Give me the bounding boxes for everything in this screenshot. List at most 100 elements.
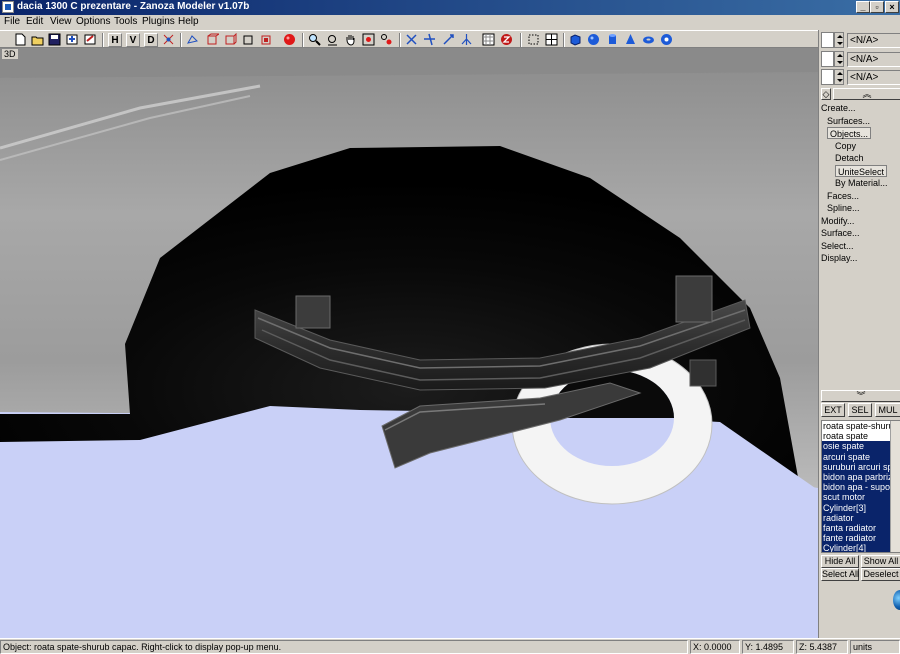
rotate-icon[interactable]	[423, 33, 436, 46]
list-item[interactable]: bidon apa parbriz	[822, 471, 900, 483]
menu-tools[interactable]: Tools	[114, 16, 137, 27]
menu-help[interactable]: Help	[178, 16, 199, 27]
zoom-all-icon[interactable]	[380, 33, 393, 46]
scale-icon[interactable]	[442, 33, 455, 46]
tree-item[interactable]: Modify...	[821, 215, 854, 227]
object-list-scrollbar[interactable]	[890, 421, 900, 552]
pan-hand-icon[interactable]	[344, 33, 357, 46]
axis-icon[interactable]	[162, 33, 175, 46]
grid-icon[interactable]	[545, 33, 558, 46]
maximize-button[interactable]: ▫	[870, 1, 884, 13]
view-d-button[interactable]: D	[144, 33, 158, 47]
vertex-icon[interactable]	[186, 33, 199, 46]
spinner-value[interactable]: <N/A>	[847, 52, 900, 67]
spring-bolt-lower	[689, 359, 717, 387]
menu-view[interactable]: View	[50, 16, 72, 27]
tree-item[interactable]: Spline...	[827, 202, 860, 214]
mode-ext-button[interactable]: EXT	[821, 403, 845, 417]
list-item[interactable]: roata spate-shurub	[822, 421, 900, 431]
spinner-value[interactable]: <N/A>	[847, 70, 900, 85]
export-icon[interactable]	[84, 33, 97, 46]
tree-item[interactable]: Display...	[821, 252, 857, 264]
tree-item[interactable]: Surface...	[821, 227, 860, 239]
mode-mul-button[interactable]: MUL	[875, 403, 900, 417]
spinner-field[interactable]	[821, 51, 834, 67]
viewport-label[interactable]: 3D	[2, 49, 18, 59]
spinner-row: <N/A>	[821, 51, 900, 68]
spinner-field[interactable]	[821, 32, 834, 48]
list-item[interactable]: Cylinder[3]	[822, 502, 900, 513]
toolbar-separator	[302, 33, 304, 47]
save-icon[interactable]	[48, 33, 61, 46]
tree-item[interactable]: Surfaces...	[827, 115, 870, 127]
object-list[interactable]: roata spate-shurub roata spate osie spate a…	[821, 420, 900, 553]
mode-sel-button[interactable]: SEL	[848, 403, 872, 417]
title-bar: dacia 1300 C prezentare - Zanoza Modeler…	[0, 0, 900, 15]
list-item[interactable]: radiator	[822, 512, 900, 523]
list-item[interactable]: fante radiator	[822, 533, 900, 544]
snap-grid-icon[interactable]	[482, 33, 495, 46]
list-item[interactable]: roata spate	[822, 431, 900, 441]
deselect-button[interactable]: Deselect	[861, 568, 900, 581]
view-h-button[interactable]: H	[108, 33, 122, 47]
menu-file[interactable]: File	[4, 16, 20, 27]
select-all-button[interactable]: Select All	[821, 568, 859, 581]
render-sphere-icon[interactable]	[283, 33, 296, 46]
torus-primitive-icon[interactable]	[642, 33, 655, 46]
list-item[interactable]: arcuri spate	[822, 451, 900, 462]
expand-down-icon[interactable]: ︾	[821, 390, 900, 402]
sphere-primitive-icon[interactable]	[587, 33, 600, 46]
hide-all-button[interactable]: Hide All	[821, 555, 859, 568]
z-axis-icon[interactable]	[500, 33, 513, 46]
coord-z: Z: 5.4387	[796, 640, 848, 654]
collapse-up-icon[interactable]: ︽	[833, 88, 900, 100]
tree-item[interactable]: Select...	[821, 240, 854, 252]
menu-edit[interactable]: Edit	[26, 16, 43, 27]
spinner-arrows-icon[interactable]	[834, 69, 844, 85]
selection-box-icon[interactable]	[527, 33, 540, 46]
menu-plugins[interactable]: Plugins	[142, 16, 175, 27]
cylinder-primitive-icon[interactable]	[606, 33, 619, 46]
zoom-icon[interactable]	[308, 33, 321, 46]
cube-primitive-icon[interactable]	[569, 33, 582, 46]
view-v-button[interactable]: V	[126, 33, 140, 47]
list-item[interactable]: Cylinder[4]	[822, 543, 900, 552]
spinner-value[interactable]: <N/A>	[847, 33, 900, 48]
group-icon[interactable]	[260, 33, 273, 46]
spinner-arrows-icon[interactable]	[834, 51, 844, 67]
tree-item[interactable]: Detach	[835, 152, 864, 164]
face-icon[interactable]	[206, 33, 219, 46]
panel-toggle-icon[interactable]: ◇	[821, 88, 831, 100]
list-item[interactable]: osie spate	[822, 441, 900, 452]
spinner-arrows-icon[interactable]	[834, 32, 844, 48]
open-folder-icon[interactable]	[31, 33, 44, 46]
list-item[interactable]: suruburi arcuri spate	[822, 461, 900, 472]
tree-item[interactable]: Objects...	[827, 127, 872, 139]
menu-options[interactable]: Options	[76, 16, 110, 27]
tree-item[interactable]: By Material...	[835, 177, 888, 189]
zoom-fit-icon[interactable]	[362, 33, 375, 46]
new-file-icon[interactable]	[14, 33, 27, 46]
spinner-field[interactable]	[821, 69, 834, 85]
geosphere-primitive-icon[interactable]	[660, 33, 673, 46]
object-icon[interactable]	[224, 33, 237, 46]
list-item[interactable]: fanta radiator	[822, 522, 900, 534]
tree-item[interactable]: UniteSelect	[835, 164, 888, 177]
move-icon[interactable]	[405, 33, 418, 46]
tree-item[interactable]: Faces...	[827, 190, 859, 202]
box-icon[interactable]	[242, 33, 255, 46]
menu-bar: File Edit View Options Tools Plugins Hel…	[0, 15, 900, 30]
3d-viewport[interactable]: 3D	[0, 48, 818, 638]
import-icon[interactable]	[66, 33, 79, 46]
mirror-icon[interactable]	[460, 33, 473, 46]
close-button[interactable]: ×	[885, 1, 899, 13]
spring-bolt-rear	[675, 275, 713, 323]
list-item[interactable]: bidon apa - suport	[822, 482, 900, 493]
zoom-region-icon[interactable]	[326, 33, 339, 46]
tree-item[interactable]: Copy	[835, 140, 856, 152]
list-item[interactable]: scut motor	[822, 492, 900, 503]
show-all-button[interactable]: Show All	[861, 555, 900, 568]
tree-item[interactable]: Create...	[821, 102, 856, 114]
minimize-button[interactable]: _	[856, 1, 870, 13]
cone-primitive-icon[interactable]	[624, 33, 637, 46]
